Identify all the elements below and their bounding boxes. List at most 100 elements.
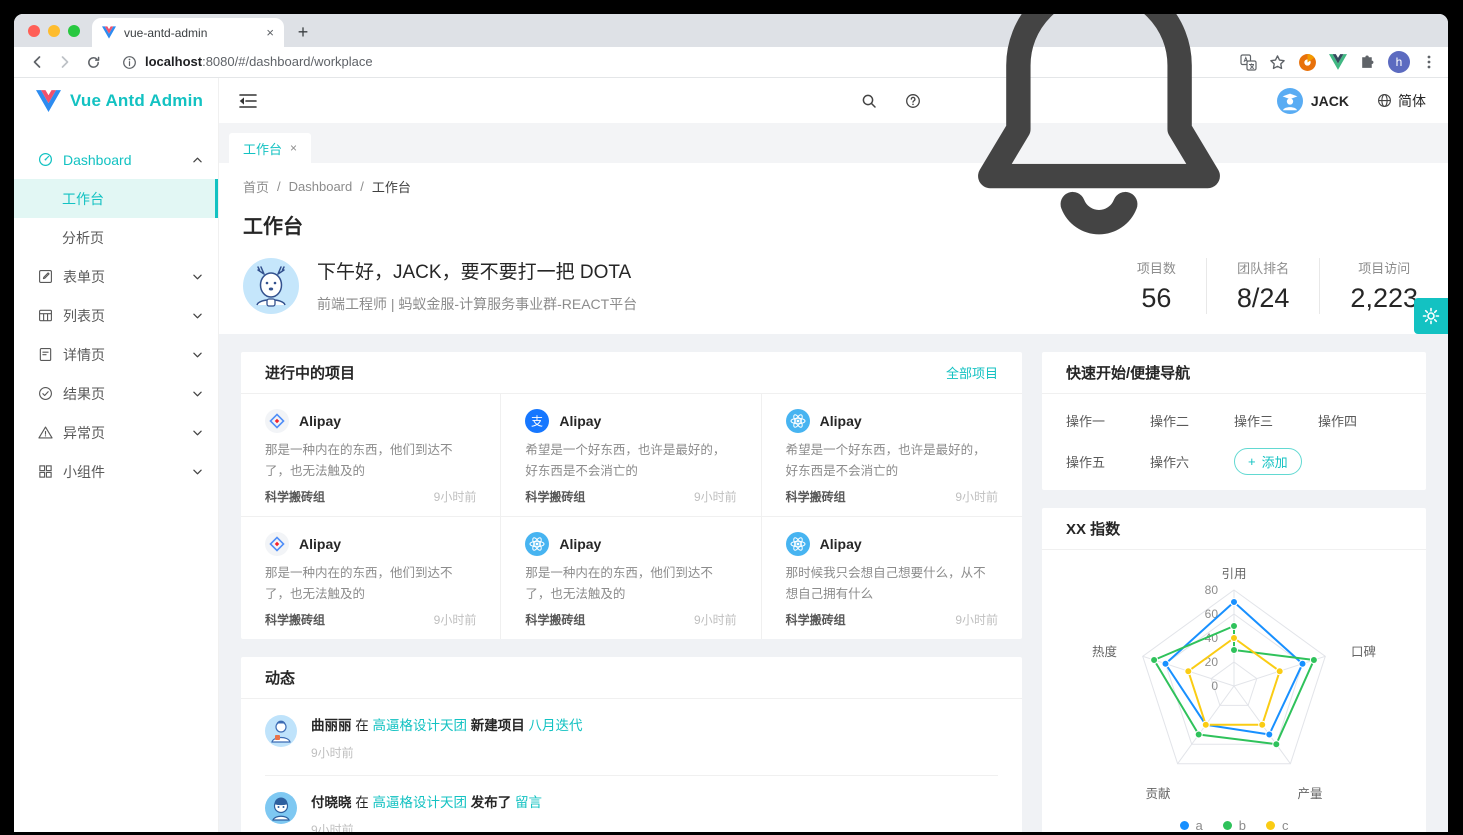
svg-text:热度: 热度 [1092,644,1118,659]
quick-link[interactable]: 操作三 [1234,411,1318,430]
language-switcher[interactable]: 简体 [1377,91,1426,111]
browser-tab-title: vue-antd-admin [124,26,258,40]
project-group[interactable]: 科学搬砖组 [265,488,325,505]
browser-tab[interactable]: vue-antd-admin × [92,18,284,47]
user-menu[interactable]: JACK [1277,88,1349,114]
project-group[interactable]: 科学搬砖组 [786,488,846,505]
greeting-text: 下午好，JACK，要不要打一把 DOTA [317,257,637,284]
globe-icon [1377,93,1392,108]
antdv-logo-icon [265,409,289,433]
project-card[interactable]: Alipay那是一种内在的东西，他们到达不了，也无法触及的科学搬砖组9小时前 [501,517,761,639]
activity-item[interactable]: 付晓晓 在 高逼格设计天团 发布了 留言9小时前 [265,776,998,832]
app-logo[interactable]: Vue Antd Admin [14,78,218,124]
sidebar-item-details[interactable]: 详情页 [14,335,218,374]
welcome-block: 下午好，JACK，要不要打一把 DOTA 前端工程师 | 蚂蚁金服-计算服务事业… [243,257,1424,314]
activity-text-part: 曲丽丽 [311,718,352,733]
window-minimize-button[interactable] [48,25,60,37]
activity-link[interactable]: 高逼格设计天团 [373,795,468,810]
project-group[interactable]: 科学搬砖组 [786,611,846,628]
project-name: Alipay [559,413,601,429]
back-button[interactable] [24,49,50,75]
project-updated-time: 9小时前 [694,611,737,628]
menu-fold-icon[interactable] [239,93,257,109]
sidebar-item-forms[interactable]: 表单页 [14,257,218,296]
project-description: 那是一种内在的东西，他们到达不了，也无法触及的 [265,440,476,482]
quick-link[interactable]: 操作一 [1066,411,1150,430]
reload-button[interactable] [80,49,106,75]
quick-link[interactable]: 操作五 [1066,452,1150,471]
legend-item-c[interactable]: c [1266,818,1289,832]
antdv-logo-icon [265,532,289,556]
project-name: Alipay [820,536,862,552]
project-card[interactable]: Alipay希望是一个好东西，也许是最好的，好东西是不会消亡的科学搬砖组9小时前 [762,394,1022,517]
project-updated-time: 9小时前 [694,488,737,505]
activity-time: 9小时前 [311,821,542,832]
caret-down-icon [193,430,202,436]
sidebar-item-widgets[interactable]: 小组件 [14,452,218,491]
svg-text:支: 支 [531,415,543,429]
breadcrumb-separator: / [360,179,364,194]
settings-fab-button[interactable] [1414,298,1448,334]
tab-close-icon[interactable]: × [266,25,274,40]
page-tab-workplace[interactable]: 工作台 × [229,133,311,163]
site-info-icon[interactable] [122,55,137,70]
activity-time: 9小时前 [311,744,583,761]
vue-logo-icon [36,90,61,112]
project-group[interactable]: 科学搬砖组 [525,611,585,628]
breadcrumb-current: 工作台 [372,177,411,196]
legend-item-b[interactable]: b [1223,818,1246,832]
stat-item: 团队排名8/24 [1207,258,1321,314]
sidebar-item-label: 工作台 [62,189,104,209]
activity-link[interactable]: 高逼格设计天团 [373,718,468,733]
window-close-button[interactable] [28,25,40,37]
activity-link[interactable]: 八月迭代 [529,718,583,733]
search-icon[interactable] [861,93,877,109]
caret-down-icon [193,352,202,358]
legend-dot [1223,821,1232,830]
app-shell: Vue Antd Admin Dashboard 工作台分析页表单页列表页详情页结… [14,78,1448,832]
sidebar-item-label: 列表页 [63,306,105,326]
activity-link[interactable]: 留言 [515,795,542,810]
stat-label: 团队排名 [1237,258,1290,277]
quick-link[interactable]: 操作二 [1150,411,1234,430]
react-logo-icon [786,532,810,556]
sidebar-item-workplace[interactable]: 工作台 [14,179,218,218]
radar-chart: 020406080引用口碑产量贡献热度 abc [1042,550,1426,832]
project-card[interactable]: Alipay那是一种内在的东西，他们到达不了，也无法触及的科学搬砖组9小时前 [241,517,501,639]
activity-item[interactable]: 曲丽丽 在 高逼格设计天团 新建项目 八月迭代9小时前 [265,699,998,776]
react-logo-icon [786,409,810,433]
quick-link[interactable]: 操作四 [1318,411,1402,430]
window-zoom-button[interactable] [68,25,80,37]
project-group[interactable]: 科学搬砖组 [265,611,325,628]
sidebar-item-exception[interactable]: 异常页 [14,413,218,452]
legend-item-a[interactable]: a [1180,818,1203,832]
add-quick-link-button[interactable]: +添加 [1234,448,1302,475]
svg-text:口碑: 口碑 [1351,644,1376,659]
sidebar-item-analysis[interactable]: 分析页 [14,218,218,257]
sidebar-item-dashboard[interactable]: Dashboard [14,140,218,179]
page-tab-close-icon[interactable]: × [290,141,297,155]
forward-button[interactable] [52,49,78,75]
new-tab-button[interactable]: + [290,19,316,45]
project-updated-time: 9小时前 [434,611,477,628]
sidebar-item-list[interactable]: 列表页 [14,296,218,335]
help-icon[interactable] [905,93,921,109]
project-card[interactable]: Alipay那是一种内在的东西，他们到达不了，也无法触及的科学搬砖组9小时前 [241,394,501,517]
project-card[interactable]: 支Alipay希望是一个好东西，也许是最好的，好东西是不会消亡的科学搬砖组9小时… [501,394,761,517]
legend-label: a [1196,818,1203,832]
sidebar-item-results[interactable]: 结果页 [14,374,218,413]
app-logo-text: Vue Antd Admin [70,91,203,111]
notification-bell[interactable]: 12 [949,14,1249,251]
quick-link[interactable]: 操作六 [1150,452,1234,471]
project-card[interactable]: Alipay那时候我只会想自己想要什么，从不想自己拥有什么科学搬砖组9小时前 [762,517,1022,639]
activity-card: 动态 曲丽丽 在 高逼格设计天团 新建项目 八月迭代9小时前付晓晓 在 高逼格设… [241,657,1022,832]
all-projects-link[interactable]: 全部项目 [946,363,998,382]
breadcrumb-link[interactable]: 首页 [243,177,269,196]
bell-icon [949,14,1249,251]
breadcrumb-link[interactable]: Dashboard [289,179,353,194]
project-updated-time: 9小时前 [434,488,477,505]
sidebar-menu: Dashboard 工作台分析页表单页列表页详情页结果页异常页小组件 [14,124,218,491]
project-updated-time: 9小时前 [955,611,998,628]
project-group[interactable]: 科学搬砖组 [525,488,585,505]
svg-text:产量: 产量 [1297,787,1322,801]
